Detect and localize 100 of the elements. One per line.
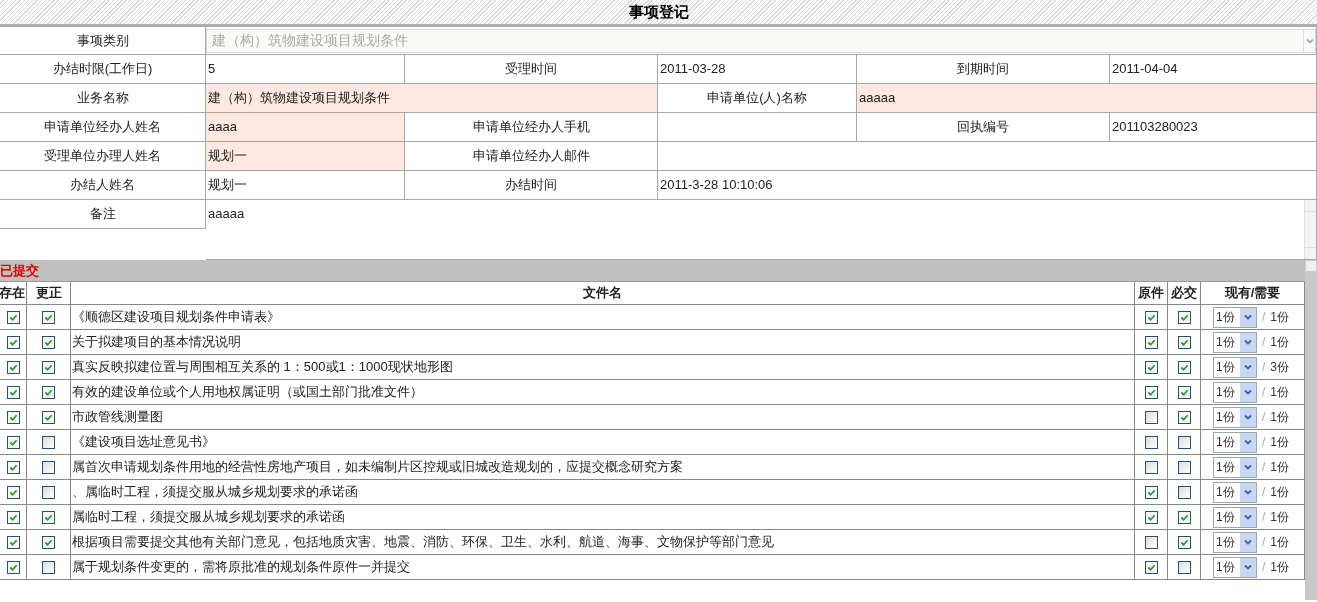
copies-select[interactable]: 1份 [1213, 531, 1257, 553]
checkbox[interactable] [1177, 435, 1191, 449]
file-name: 真实反映拟建位置与周围相互关系的 1：500或1：1000现状地形图 [72, 358, 453, 377]
required-copies: 1份 [1270, 309, 1290, 326]
slash-separator: / [1261, 359, 1267, 376]
copies-select[interactable]: 1份 [1213, 306, 1257, 328]
checkbox[interactable] [42, 360, 55, 374]
checkbox[interactable] [1177, 510, 1191, 524]
checkbox[interactable] [6, 510, 20, 524]
file-name: 属首次申请规划条件用地的经营性房地产项目，如未编制片区控规或旧城改造规划的，应提交概念研究方案 [72, 458, 683, 477]
slash-separator: / [1261, 334, 1267, 351]
copies-select[interactable]: 1份 [1213, 356, 1257, 378]
checkbox[interactable] [1144, 410, 1158, 424]
checkbox[interactable] [42, 510, 55, 524]
checkbox[interactable] [1177, 485, 1191, 499]
checkbox[interactable] [1177, 335, 1191, 349]
checkbox[interactable] [1144, 485, 1158, 499]
checkbox[interactable] [6, 460, 20, 474]
checkbox[interactable] [42, 410, 55, 424]
checkbox[interactable] [1177, 385, 1191, 399]
scrollbar[interactable] [1304, 200, 1316, 259]
field-value: 规划一 [206, 142, 405, 171]
checkbox[interactable] [42, 435, 55, 449]
checkbox[interactable] [6, 485, 20, 499]
file-name: 《顺德区建设项目规划条件申请表》 [72, 308, 280, 327]
checkbox[interactable] [42, 335, 55, 349]
slash-separator: / [1261, 434, 1267, 451]
window-title: 事项登记 [628, 1, 689, 22]
column-header: 必交 [1168, 282, 1201, 304]
checkbox[interactable] [6, 535, 20, 549]
section-heading: 已提交 [0, 261, 39, 280]
checkbox[interactable] [6, 410, 20, 424]
field-label: 回执编号 [857, 113, 1110, 142]
field-value: 规划一 [206, 171, 405, 200]
field-label: 申请单位经办人姓名 [0, 113, 206, 142]
field-value: 2011-03-28 [658, 55, 857, 84]
required-copies: 1份 [1270, 434, 1290, 451]
required-copies: 1份 [1270, 534, 1290, 551]
checkbox[interactable] [42, 385, 55, 399]
checkbox[interactable] [1144, 335, 1158, 349]
field-label: 办结时限(工作日) [0, 55, 206, 84]
checkbox[interactable] [1144, 535, 1158, 549]
file-name: 属于规划条件变更的，需将原批准的规划条件原件一并提交 [72, 558, 410, 577]
checkbox[interactable] [6, 335, 20, 349]
field-value: aaaa [206, 113, 405, 142]
checkbox[interactable] [1144, 310, 1158, 324]
checkbox[interactable] [1144, 435, 1158, 449]
field-label: 申请单位经办人邮件 [405, 142, 658, 171]
field-value: 201103280023 [1110, 113, 1317, 142]
slash-separator: / [1261, 459, 1267, 476]
file-name: 属临时工程，须提交服从城乡规划要求的承诺函 [72, 508, 345, 527]
required-copies: 1份 [1270, 509, 1290, 526]
copies-select[interactable]: 1份 [1213, 381, 1257, 403]
field-label: 办结人姓名 [0, 171, 206, 200]
slash-separator: / [1261, 484, 1267, 501]
checkbox[interactable] [6, 385, 20, 399]
checkbox[interactable] [6, 560, 20, 574]
required-copies: 1份 [1270, 484, 1290, 501]
slash-separator: / [1261, 534, 1267, 551]
copies-select[interactable]: 1份 [1213, 406, 1257, 428]
checkbox[interactable] [1177, 460, 1191, 474]
checkbox[interactable] [1177, 535, 1191, 549]
file-name: 关于拟建项目的基本情况说明 [72, 333, 241, 352]
checkbox[interactable] [42, 560, 55, 574]
required-copies: 1份 [1270, 334, 1290, 351]
checkbox[interactable] [1177, 410, 1191, 424]
file-name: 有效的建设单位或个人用地权属证明（或国土部门批准文件） [72, 383, 423, 402]
checkbox[interactable] [42, 535, 55, 549]
copies-select[interactable]: 1份 [1213, 556, 1257, 578]
scrollbar[interactable] [1305, 260, 1317, 600]
notes-textarea[interactable]: aaaaa [206, 200, 1304, 259]
copies-select[interactable]: 1份 [1213, 456, 1257, 478]
checkbox[interactable] [1177, 560, 1191, 574]
checkbox[interactable] [6, 310, 20, 324]
checkbox[interactable] [6, 435, 20, 449]
required-copies: 1份 [1270, 459, 1290, 476]
field-label: 备注 [0, 200, 206, 229]
checkbox[interactable] [42, 310, 55, 324]
checkbox[interactable] [42, 485, 55, 499]
checkbox[interactable] [1144, 510, 1158, 524]
column-header: 原件 [1135, 282, 1168, 304]
copies-select[interactable]: 1份 [1213, 331, 1257, 353]
checkbox[interactable] [1144, 460, 1158, 474]
checkbox[interactable] [6, 360, 20, 374]
file-name: 、属临时工程，须提交服从城乡规划要求的承诺函 [72, 483, 358, 502]
copies-select[interactable]: 1份 [1213, 506, 1257, 528]
field-value: 2011-04-04 [1110, 55, 1317, 84]
checkbox[interactable] [1177, 310, 1191, 324]
required-copies: 1份 [1270, 409, 1290, 426]
file-name: 根据项目需要提交其他有关部门意见，包括地质灾害、地震、消防、环保、卫生、水利、航道、海事、文物保护等部门意见 [72, 533, 774, 552]
copies-select[interactable]: 1份 [1213, 481, 1257, 503]
slash-separator: / [1261, 309, 1267, 326]
checkbox[interactable] [1144, 360, 1158, 374]
checkbox[interactable] [1177, 360, 1191, 374]
copies-select[interactable]: 1份 [1213, 431, 1257, 453]
checkbox[interactable] [1144, 560, 1158, 574]
checkbox[interactable] [42, 460, 55, 474]
field-label: 受理单位办理人姓名 [0, 142, 206, 171]
slash-separator: / [1261, 384, 1267, 401]
checkbox[interactable] [1144, 385, 1158, 399]
